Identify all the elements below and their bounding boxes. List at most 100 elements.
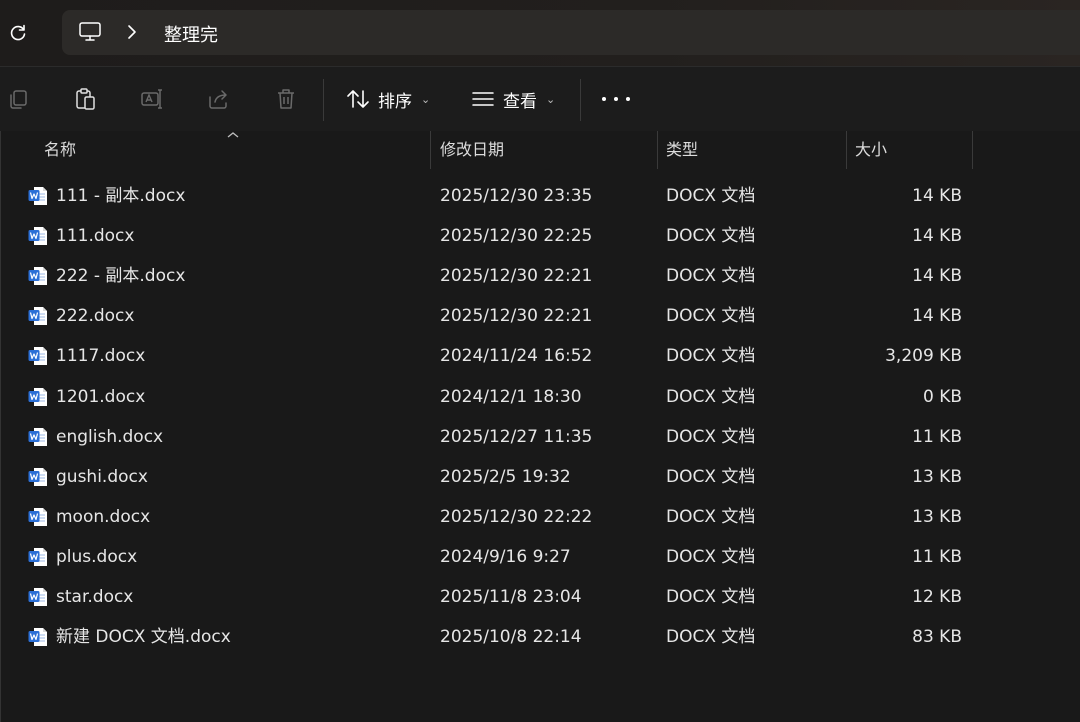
file-row[interactable]: 1117.docx 2024/11/24 16:52 DOCX 文档 3,209 KB bbox=[0, 336, 1080, 376]
file-modified-date: 2025/12/27 11:35 bbox=[440, 426, 593, 447]
toolbar-divider bbox=[323, 79, 324, 121]
delete-icon[interactable] bbox=[274, 87, 298, 111]
word-document-icon bbox=[28, 267, 47, 286]
file-modified-date: 2025/12/30 23:35 bbox=[440, 186, 593, 206]
file-size: 14 KB bbox=[912, 306, 962, 327]
file-row[interactable]: plus.docx 2024/9/16 9:27 DOCX 文档 11 KB bbox=[0, 537, 1080, 577]
column-header-size[interactable]: 大小 bbox=[855, 131, 887, 169]
more-options-button[interactable] bbox=[602, 89, 630, 109]
file-modified-date: 2024/12/1 18:30 bbox=[440, 386, 582, 407]
word-document-icon bbox=[28, 588, 47, 606]
file-modified-date: 2025/11/8 23:04 bbox=[440, 587, 582, 607]
word-document-icon bbox=[28, 307, 47, 326]
file-modified-date: 2025/12/30 22:21 bbox=[440, 306, 593, 327]
file-modified-date: 2025/2/5 19:32 bbox=[440, 466, 571, 487]
file-row[interactable]: 222 - 副本.docx 2025/12/30 22:21 DOCX 文档 14 K… bbox=[0, 256, 1080, 296]
view-menu-button[interactable]: 查看 ⌄ bbox=[471, 84, 555, 114]
file-name: english.docx bbox=[56, 426, 164, 447]
rename-icon[interactable] bbox=[140, 87, 164, 111]
file-row[interactable]: star.docx 2025/11/8 23:04 DOCX 文档 12 KB bbox=[0, 577, 1080, 617]
file-row[interactable]: 新建 DOCX 文档.docx 2025/10/8 22:14 DOCX 文档 83 … bbox=[0, 617, 1080, 657]
file-row[interactable]: 1201.docx 2024/12/1 18:30 DOCX 文档 0 KB bbox=[0, 377, 1080, 417]
file-name: gushi.docx bbox=[56, 466, 148, 487]
word-document-icon bbox=[28, 387, 47, 406]
file-type: DOCX 文档 bbox=[666, 506, 756, 527]
file-modified-date: 2024/9/16 9:27 bbox=[440, 546, 571, 567]
file-size: 0 KB bbox=[922, 386, 962, 407]
chevron-down-icon: ⌄ bbox=[546, 92, 556, 106]
file-name: 1201.docx bbox=[56, 386, 146, 407]
file-row[interactable]: 111.docx 2025/12/30 22:25 DOCX 文档 14 KB bbox=[0, 216, 1080, 256]
column-header-modified[interactable]: 修改日期 bbox=[440, 131, 504, 169]
file-size: 83 KB bbox=[912, 627, 962, 648]
file-size: 12 KB bbox=[912, 587, 962, 607]
word-document-icon bbox=[28, 467, 47, 486]
word-document-icon bbox=[28, 187, 47, 205]
chevron-down-icon: ⌄ bbox=[421, 92, 431, 106]
sort-menu-button[interactable]: 排序 ⌄ bbox=[346, 84, 430, 114]
column-resize-handle[interactable] bbox=[430, 131, 431, 169]
file-row[interactable]: gushi.docx 2025/2/5 19:32 DOCX 文档 13 KB bbox=[0, 457, 1080, 497]
file-type: DOCX 文档 bbox=[666, 386, 756, 407]
sort-ascending-icon bbox=[227, 132, 239, 138]
column-header-name[interactable]: 名称 bbox=[44, 131, 76, 169]
file-type: DOCX 文档 bbox=[666, 627, 756, 648]
word-document-icon bbox=[28, 547, 47, 566]
file-name: 111 - 副本.docx bbox=[56, 186, 186, 206]
file-type: DOCX 文档 bbox=[666, 346, 756, 367]
file-name: 新建 DOCX 文档.docx bbox=[56, 627, 231, 648]
share-icon[interactable] bbox=[207, 87, 231, 111]
column-resize-handle[interactable] bbox=[846, 131, 847, 169]
sort-icon bbox=[347, 90, 369, 108]
more-icon bbox=[602, 97, 606, 101]
more-icon bbox=[626, 97, 630, 101]
monitor-icon[interactable] bbox=[78, 21, 102, 43]
column-header-type[interactable]: 类型 bbox=[666, 131, 698, 169]
address-bar[interactable]: 整理完 bbox=[62, 10, 1080, 55]
file-size: 14 KB bbox=[912, 226, 962, 247]
file-row[interactable]: english.docx 2025/12/27 11:35 DOCX 文档 11 KB bbox=[0, 417, 1080, 457]
title-bar: 整理完 bbox=[0, 0, 1080, 66]
chevron-right-icon[interactable] bbox=[126, 24, 138, 40]
column-resize-handle[interactable] bbox=[972, 131, 973, 169]
word-document-icon bbox=[28, 628, 47, 647]
view-label: 查看 bbox=[503, 91, 537, 112]
file-name: star.docx bbox=[56, 587, 134, 607]
file-list: 名称 修改日期 类型 大小 111 - 副本.docx 2025/12/30 23… bbox=[0, 131, 1080, 722]
file-type: DOCX 文档 bbox=[666, 266, 756, 287]
address-path-segment[interactable]: 整理完 bbox=[164, 21, 218, 47]
file-modified-date: 2025/12/30 22:22 bbox=[440, 506, 593, 527]
file-type: DOCX 文档 bbox=[666, 306, 756, 327]
file-name: 222 - 副本.docx bbox=[56, 266, 186, 287]
file-modified-date: 2025/12/30 22:25 bbox=[440, 226, 593, 247]
refresh-icon bbox=[10, 24, 26, 41]
file-size: 13 KB bbox=[912, 506, 962, 527]
file-row[interactable]: 222.docx 2025/12/30 22:21 DOCX 文档 14 KB bbox=[0, 296, 1080, 336]
view-icon bbox=[472, 92, 494, 106]
file-type: DOCX 文档 bbox=[666, 426, 756, 447]
file-type: DOCX 文档 bbox=[666, 466, 756, 487]
file-type: DOCX 文档 bbox=[666, 546, 756, 567]
toolbar-divider bbox=[580, 79, 581, 121]
file-modified-date: 2024/11/24 16:52 bbox=[440, 346, 593, 367]
file-type: DOCX 文档 bbox=[666, 226, 756, 247]
refresh-button[interactable] bbox=[4, 19, 32, 47]
paste-icon[interactable] bbox=[73, 87, 97, 111]
file-size: 13 KB bbox=[912, 466, 962, 487]
file-name: 222.docx bbox=[56, 306, 135, 327]
word-document-icon bbox=[28, 427, 47, 446]
file-size: 14 KB bbox=[912, 186, 962, 206]
file-size: 11 KB bbox=[912, 426, 962, 447]
file-size: 3,209 KB bbox=[885, 346, 962, 367]
copy-icon[interactable] bbox=[6, 87, 30, 111]
file-name: moon.docx bbox=[56, 506, 151, 527]
word-document-icon bbox=[28, 347, 47, 366]
file-row[interactable]: moon.docx 2025/12/30 22:22 DOCX 文档 13 KB bbox=[0, 497, 1080, 537]
column-resize-handle[interactable] bbox=[657, 131, 658, 169]
more-icon bbox=[614, 97, 618, 101]
word-document-icon bbox=[28, 507, 47, 526]
file-type: DOCX 文档 bbox=[666, 587, 756, 607]
word-document-icon bbox=[28, 227, 47, 246]
command-bar: 排序 ⌄ 查看 ⌄ bbox=[0, 67, 1080, 131]
file-row[interactable]: 111 - 副本.docx 2025/12/30 23:35 DOCX 文档 14 K… bbox=[0, 176, 1080, 216]
